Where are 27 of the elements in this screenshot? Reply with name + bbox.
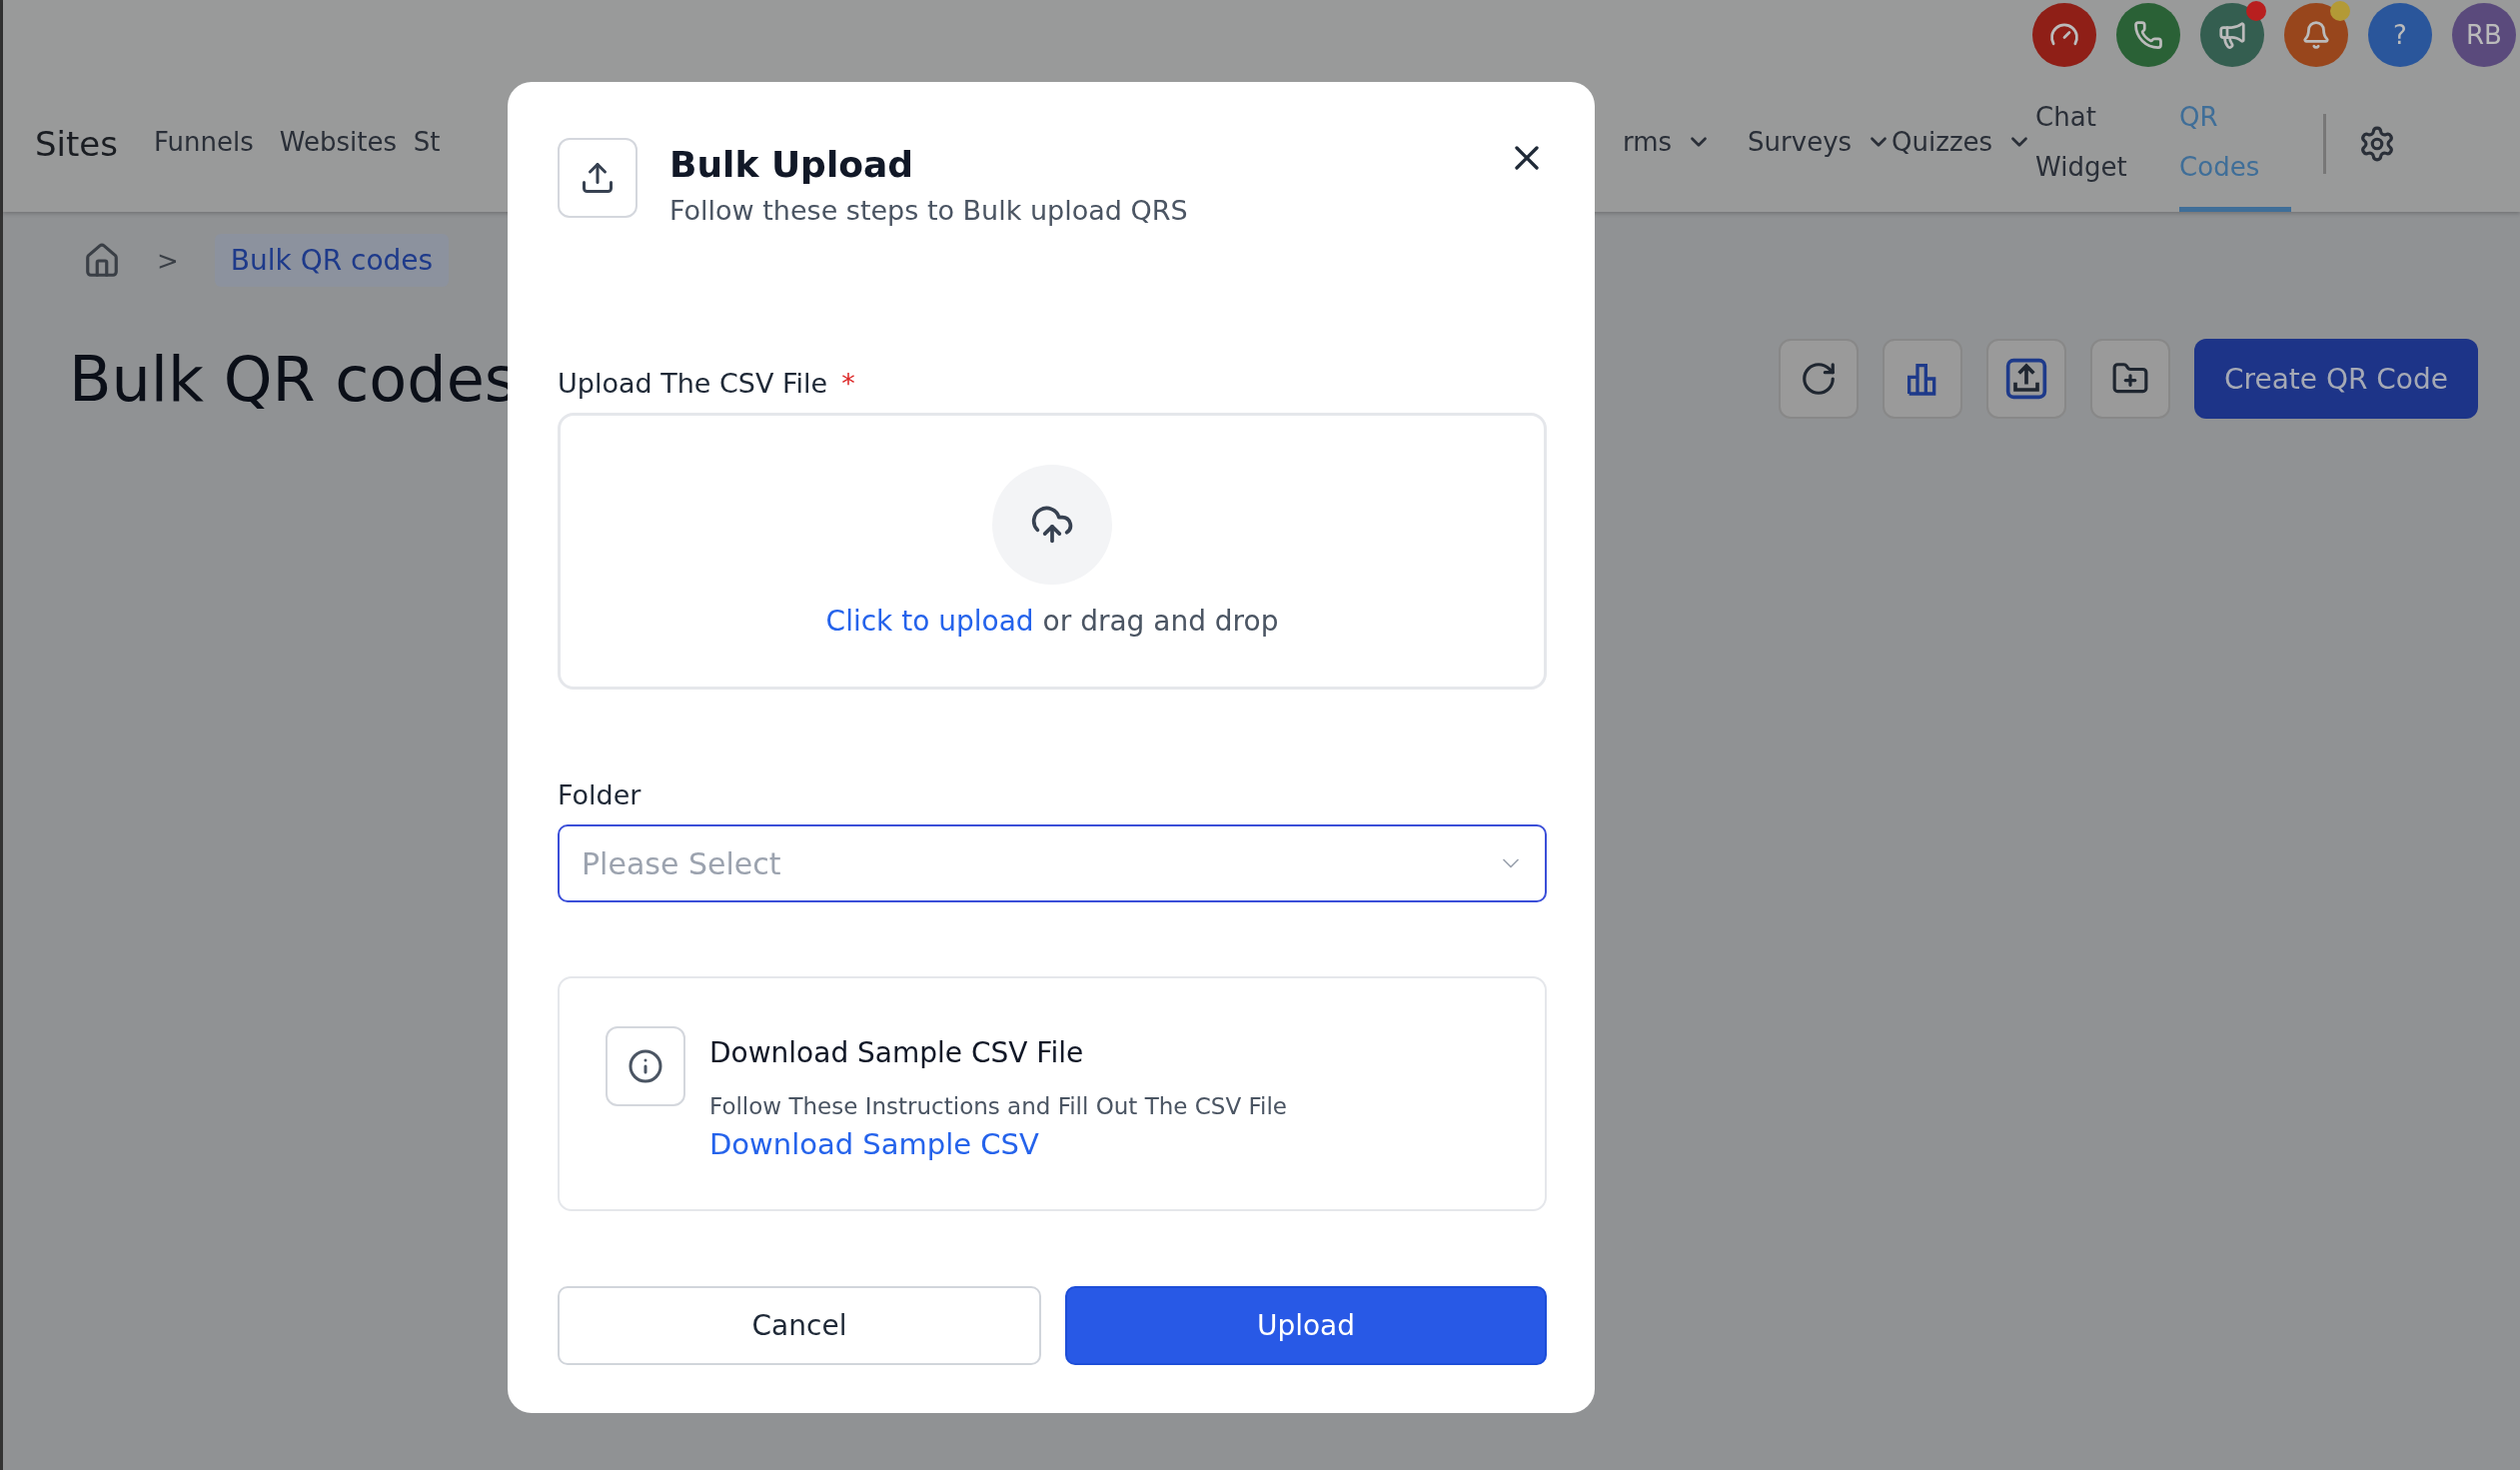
- help-button[interactable]: ?: [2368, 3, 2432, 67]
- folder-select[interactable]: Please Select: [558, 824, 1547, 902]
- info-title: Download Sample CSV File: [709, 1036, 1085, 1069]
- download-sample-link[interactable]: Download Sample CSV: [709, 1127, 1287, 1161]
- page-title: Bulk QR codes: [69, 342, 518, 416]
- dialog-title: Bulk Upload: [669, 144, 915, 185]
- required-mark: *: [841, 368, 855, 399]
- user-avatar[interactable]: RB: [2452, 3, 2516, 67]
- file-drop-zone[interactable]: Click to upload or drag and drop: [558, 413, 1547, 690]
- dialog-subtitle: Follow these steps to Bulk upload QRS: [669, 195, 1189, 226]
- app-section-title: Sites: [35, 124, 118, 164]
- create-qr-code-button[interactable]: Create QR Code: [2194, 339, 2478, 419]
- nav-tab[interactable]: Quizzes: [1891, 76, 2004, 212]
- click-to-upload-link[interactable]: Click to upload: [825, 605, 1034, 638]
- info-text: Follow These Instructions and Fill Out The CSV File: [709, 1093, 1287, 1119]
- nav-tab[interactable]: Chat Widget: [2035, 76, 2148, 212]
- cancel-button[interactable]: Cancel: [558, 1286, 1041, 1365]
- nav-tab[interactable]: St: [413, 76, 445, 212]
- breadcrumb-link[interactable]: Bulk QR codes: [214, 234, 450, 287]
- field-label: Upload The CSV File: [558, 368, 828, 399]
- nav-tab[interactable]: Funnels: [154, 76, 258, 212]
- drop-hint: or drag and drop: [1042, 605, 1279, 638]
- field-label: Folder: [558, 779, 641, 810]
- nav-tab[interactable]: rms: [1623, 76, 1717, 212]
- breadcrumb-separator: >: [157, 245, 179, 276]
- nav-tab[interactable]: Surveys: [1748, 76, 1861, 212]
- upload-button[interactable]: Upload: [1065, 1286, 1547, 1365]
